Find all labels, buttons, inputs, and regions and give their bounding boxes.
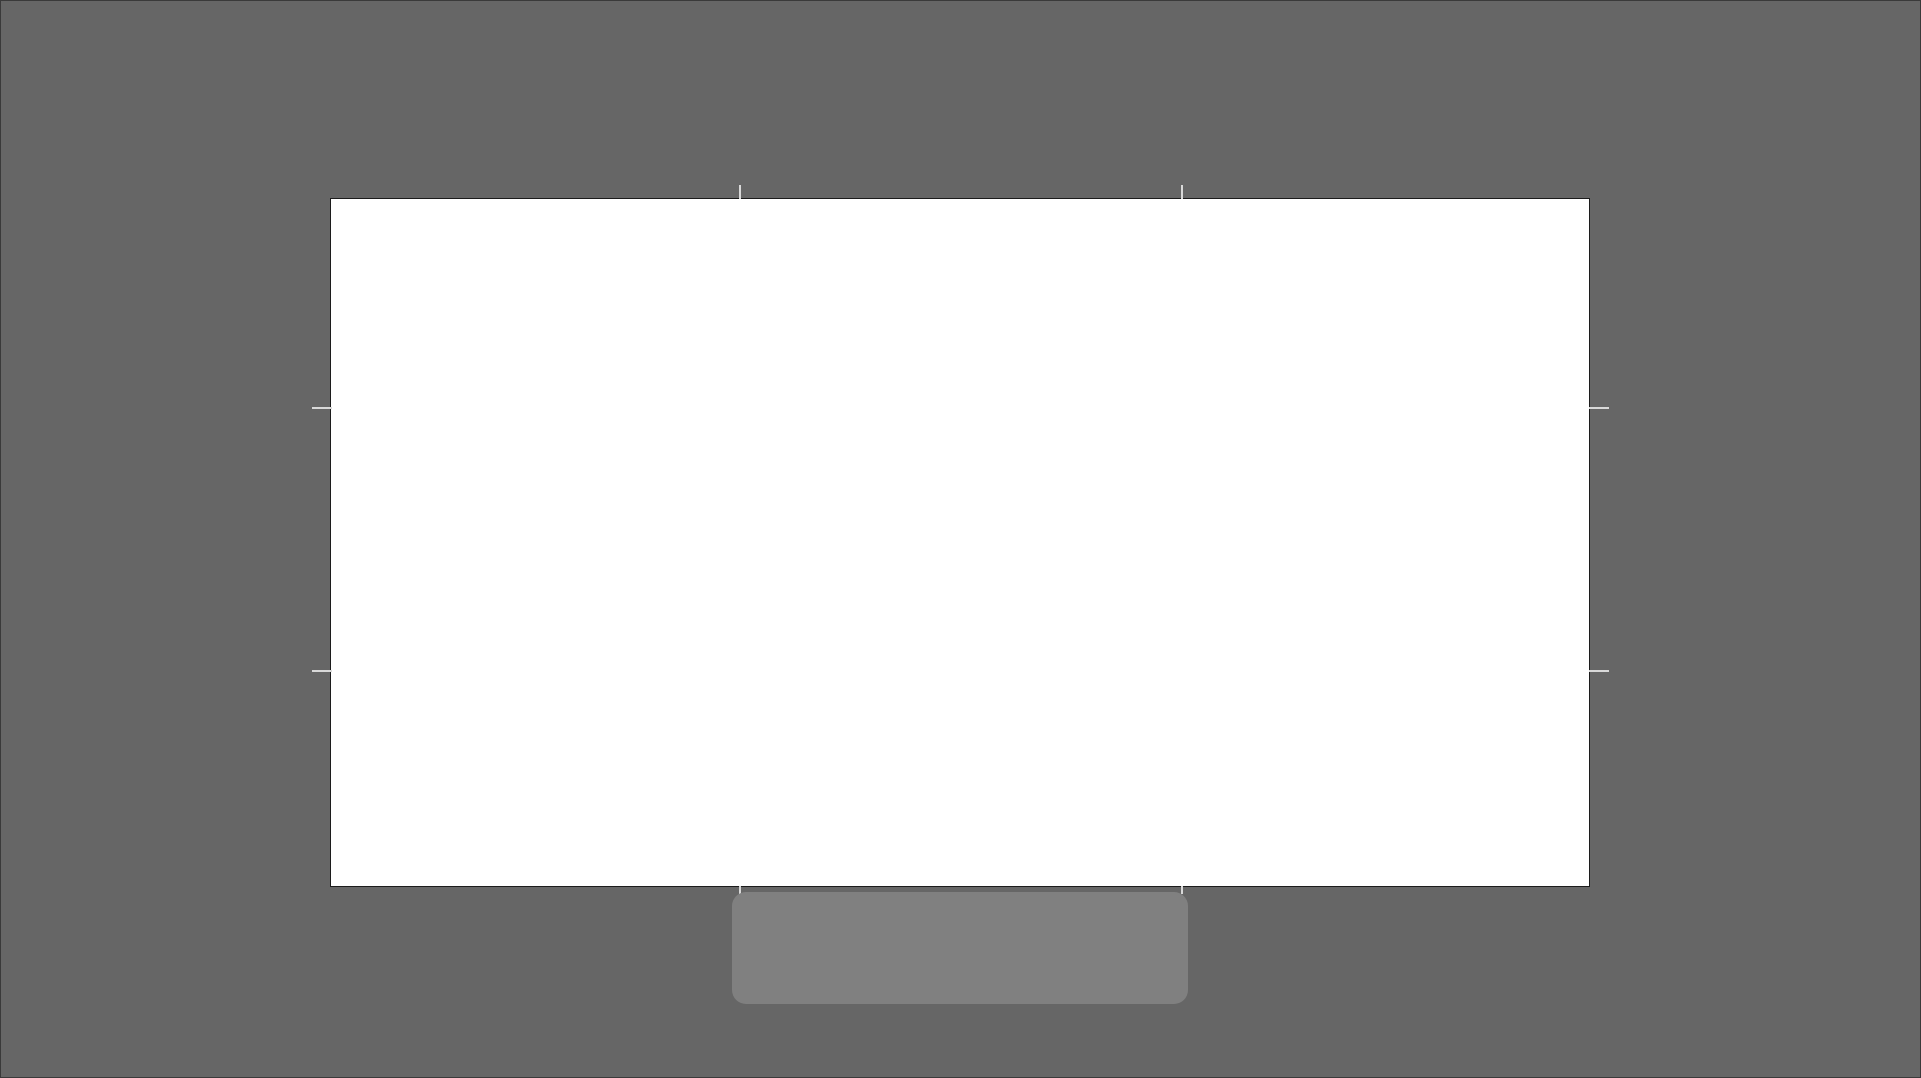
bottom-right-crop-mark <box>1181 886 1183 894</box>
document-canvas[interactable] <box>330 198 1590 887</box>
left-upper-crop-mark <box>312 407 332 409</box>
top-left-crop-mark <box>739 185 741 199</box>
bottom-toolbar-panel[interactable] <box>732 892 1188 1004</box>
editor-workspace <box>0 0 1921 1078</box>
right-lower-crop-mark <box>1589 670 1609 672</box>
top-right-crop-mark <box>1181 185 1183 199</box>
right-upper-crop-mark <box>1589 407 1609 409</box>
left-lower-crop-mark <box>312 670 332 672</box>
